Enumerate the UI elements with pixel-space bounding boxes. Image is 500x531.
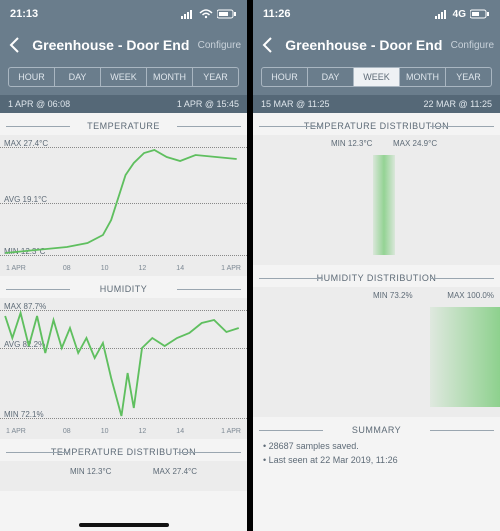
wifi-icon [199, 8, 213, 20]
back-button[interactable] [259, 36, 277, 54]
temp-dist-min-left: MIN 12.3°C [70, 467, 111, 476]
status-time: 11:26 [263, 8, 291, 20]
range-tabs: HOUR DAY WEEK MONTH YEAR [253, 62, 500, 95]
phone-left: 21:13 Greenhouse - Door End Configure HO… [0, 0, 247, 531]
temperature-xaxis: 1 APR 08 10 12 14 1 APR [0, 263, 247, 276]
tab-hour[interactable]: HOUR [8, 67, 55, 87]
temp-dist-bar [373, 155, 395, 255]
range-tabs: HOUR DAY WEEK MONTH YEAR [0, 62, 247, 95]
home-indicator[interactable] [79, 523, 169, 527]
signal-icon [435, 8, 449, 20]
humidity-chart: MAX 87.7% AVG 82.2% MIN 72.1% [0, 298, 247, 426]
configure-link[interactable]: Configure [451, 40, 494, 51]
hum-dist-title: HUMIDITY DISTRIBUTION [253, 273, 500, 283]
humidity-xaxis: 1 APR 08 10 12 14 1 APR [0, 426, 247, 439]
temp-dist-title-left: TEMPERATURE DISTRIBUTION [0, 447, 247, 457]
temperature-title: TEMPERATURE [0, 121, 247, 131]
battery-icon [217, 8, 237, 20]
hum-dist-bar [430, 307, 500, 407]
temp-dist-panel: MIN 12.3°C MAX 24.9°C [253, 135, 500, 265]
temperature-panel: MAX 27.4°C AVG 19.1°C MIN 12.3°C 1 APR 0… [0, 135, 247, 276]
humidity-panel: MAX 87.7% AVG 82.2% MIN 72.1% 1 APR 08 1… [0, 298, 247, 439]
temp-dist-title: TEMPERATURE DISTRIBUTION [253, 121, 500, 131]
tab-hour[interactable]: HOUR [261, 67, 308, 87]
phone-right: 11:26 4G Greenhouse - Door End Configure… [253, 0, 500, 531]
signal-icon [181, 8, 195, 20]
tab-year[interactable]: YEAR [193, 67, 239, 87]
hum-dist-min: MIN 73.2% [373, 291, 413, 300]
summary-title: SUMMARY [253, 425, 500, 435]
hum-dist-panel: MIN 73.2% MAX 100.0% [253, 287, 500, 417]
temp-dist-panel-left: MIN 12.3°C MAX 27.4°C [0, 461, 247, 491]
date-end: 1 APR @ 15:45 [177, 99, 239, 109]
content-right: TEMPERATURE DISTRIBUTION MIN 12.3°C MAX … [253, 113, 500, 531]
header: Greenhouse - Door End Configure [253, 28, 500, 62]
content-left: TEMPERATURE MAX 27.4°C AVG 19.1°C MIN 12… [0, 113, 247, 531]
date-end: 22 MAR @ 11:25 [423, 99, 492, 109]
tab-day[interactable]: DAY [55, 67, 101, 87]
summary-line-2: • Last seen at 22 Mar 2019, 11:26 [253, 453, 500, 467]
header: Greenhouse - Door End Configure [0, 28, 247, 62]
date-start: 15 MAR @ 11:25 [261, 99, 330, 109]
back-button[interactable] [6, 36, 24, 54]
tab-week[interactable]: WEEK [354, 67, 400, 87]
battery-icon [470, 8, 490, 20]
status-bar: 21:13 [0, 0, 247, 28]
date-range: 15 MAR @ 11:25 22 MAR @ 11:25 [253, 95, 500, 113]
temp-dist-max: MAX 24.9°C [393, 139, 437, 148]
tab-month[interactable]: MONTH [400, 67, 446, 87]
humidity-title: HUMIDITY [0, 284, 247, 294]
tab-day[interactable]: DAY [308, 67, 354, 87]
page-title: Greenhouse - Door End [277, 37, 451, 53]
status-time: 21:13 [10, 8, 38, 20]
summary-line-1: • 28687 samples saved. [253, 439, 500, 453]
tab-year[interactable]: YEAR [446, 67, 492, 87]
hum-dist-max: MAX 100.0% [447, 291, 494, 300]
temp-dist-max-left: MAX 27.4°C [153, 467, 197, 476]
temp-dist-min: MIN 12.3°C [331, 139, 372, 148]
page-title: Greenhouse - Door End [24, 37, 198, 53]
status-bar: 11:26 4G [253, 0, 500, 28]
configure-link[interactable]: Configure [198, 40, 241, 51]
tab-month[interactable]: MONTH [147, 67, 193, 87]
date-start: 1 APR @ 06:08 [8, 99, 70, 109]
tab-week[interactable]: WEEK [101, 67, 147, 87]
date-range: 1 APR @ 06:08 1 APR @ 15:45 [0, 95, 247, 113]
temperature-chart: MAX 27.4°C AVG 19.1°C MIN 12.3°C [0, 135, 247, 263]
network-4g-label: 4G [453, 9, 466, 20]
